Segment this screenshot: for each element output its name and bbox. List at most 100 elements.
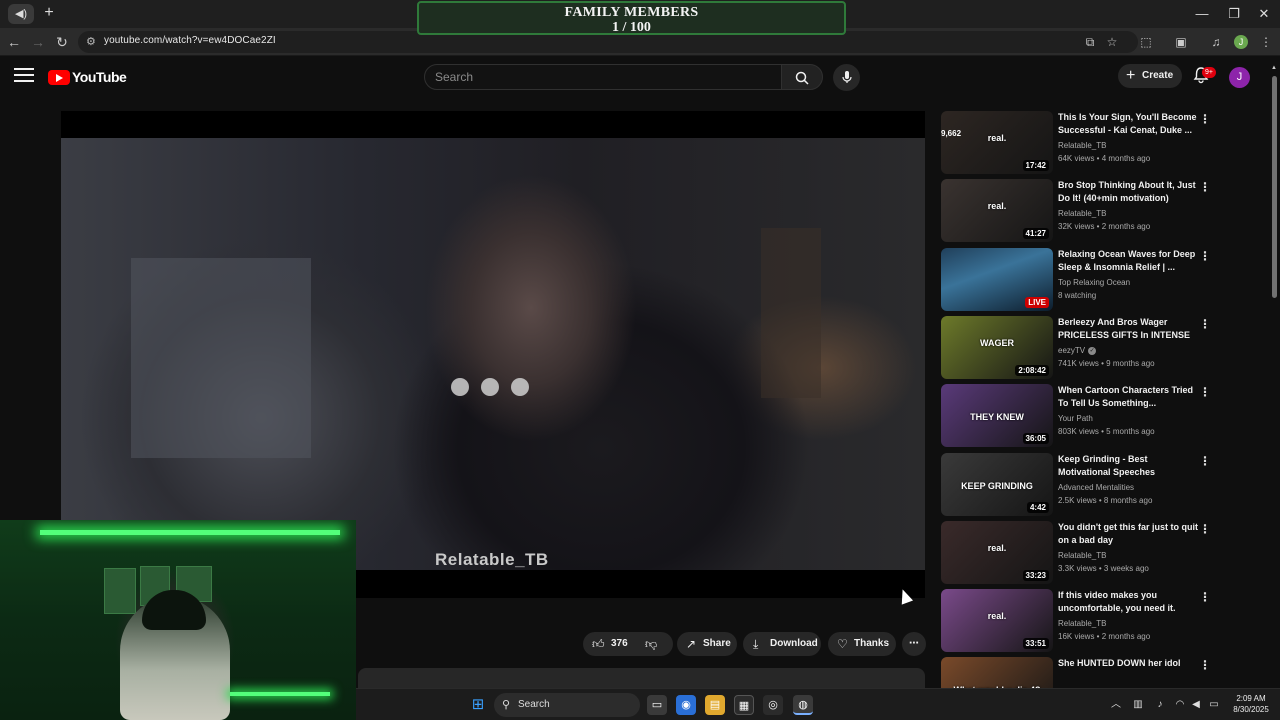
close-window-button[interactable]: ✕ [1250,4,1278,24]
video-thumbnail[interactable]: THEY KNEW 36:05 [941,384,1053,448]
share-button[interactable]: ↗ Share [677,632,737,656]
install-app-icon[interactable]: ⧉ [1080,32,1100,52]
bookmark-star-icon[interactable]: ☆ [1102,32,1122,52]
more-options-icon[interactable]: ⋮ [1199,385,1211,399]
wifi-icon[interactable]: ◠ [1172,697,1188,713]
minimize-button[interactable]: — [1188,4,1216,24]
tab-audio-icon[interactable]: ◀) [8,4,34,24]
recommendation-channel[interactable]: Relatable_TB [1058,619,1106,628]
channel-name[interactable]: Relatable_TB [1058,551,1106,560]
recommendation-title[interactable]: This Is Your Sign, You'll Become Success… [1058,111,1198,137]
channel-name[interactable]: eezyTV [1058,346,1085,355]
recommendation-title[interactable]: Berleezy And Bros Wager PRICELESS GIFTS … [1058,316,1198,343]
microphone-tray-icon[interactable]: ♪ [1152,697,1168,713]
recommendation-title[interactable]: Bro Stop Thinking About It, Just Do It! … [1058,179,1198,205]
search-input[interactable] [435,69,765,85]
tray-chevron-icon[interactable]: ︿ [1108,697,1124,713]
search-box[interactable] [424,64,782,90]
thanks-button[interactable]: ♡ Thanks [828,632,896,656]
media-controls-icon[interactable]: ♫ [1206,32,1226,52]
recommendation-title[interactable]: Keep Grinding - Best Motivational Speech… [1058,453,1198,479]
scrollbar-thumb[interactable] [1272,76,1277,298]
search-button[interactable] [781,64,823,90]
extensions-icon[interactable]: ⬚ [1136,32,1156,52]
recommendation-title[interactable]: She HUNTED DOWN her idol [1058,657,1198,670]
more-options-icon[interactable]: ⋮ [1199,112,1211,126]
recommendation-channel[interactable]: Top Relaxing Ocean [1058,278,1130,287]
browser-profile-avatar[interactable]: J [1234,35,1248,49]
volume-icon[interactable]: ◀ [1188,697,1204,713]
tray-app-icon[interactable]: ▥ [1130,697,1146,713]
more-options-icon[interactable]: ⋮ [1199,658,1211,672]
url-text[interactable]: youtube.com/watch?v=ew4DOCae2ZI [104,35,276,46]
chrome-icon[interactable]: ◍ [793,695,813,715]
browser-menu-icon[interactable]: ⋮ [1256,32,1276,52]
recommendation-channel[interactable]: Relatable_TB [1058,209,1106,218]
maximize-button[interactable]: ❐ [1220,4,1248,24]
video-thumbnail[interactable]: LIVE [941,247,1053,311]
recommendation-channel[interactable]: Relatable_TB [1058,551,1106,560]
more-options-icon[interactable]: ⋮ [1199,317,1211,331]
thumbs-down-icon[interactable]: 👎︎ [645,632,657,656]
video-thumbnail[interactable]: real. 33:51 [941,589,1053,653]
taskbar-search[interactable]: ⚲ Search [494,693,640,717]
channel-name[interactable]: Relatable_TB [1058,141,1106,150]
recommendation-channel[interactable]: Your Path [1058,414,1093,423]
thumbs-up-icon[interactable]: 👍︎ [592,632,605,656]
recommendation-channel[interactable]: eezyTV ✓ [1058,346,1097,355]
video-thumbnail[interactable]: WAGER 2:08:42 [941,315,1053,379]
description-box[interactable] [358,668,925,690]
recommendation-title[interactable]: If this video makes you uncomfortable, y… [1058,589,1198,615]
channel-name[interactable]: Relatable_TB [1058,209,1106,218]
app-icon[interactable]: ◎ [763,695,783,715]
side-panel-icon[interactable]: ▣ [1171,32,1191,52]
recommendation-item[interactable]: real. 33:51 If this video makes you uncomf… [941,589,1211,653]
recommendation-channel[interactable]: Relatable_TB [1058,141,1106,150]
reload-icon[interactable]: ↻ [52,32,72,52]
more-options-icon[interactable]: ⋮ [1199,249,1211,263]
new-tab-button[interactable]: + [40,3,58,23]
like-count[interactable]: 376 [611,638,628,649]
channel-name[interactable]: Advanced Mentalities [1058,483,1134,492]
download-button[interactable]: ⤓ Download [743,632,821,656]
recommendation-channel[interactable]: Advanced Mentalities [1058,483,1134,492]
video-thumbnail[interactable]: real. 33:23 [941,520,1053,584]
back-icon[interactable]: ← [4,32,24,52]
recommendation-item[interactable]: real. 41:27 Bro Stop Thinking About It, Ju… [941,179,1211,243]
more-options-icon[interactable]: ⋮ [1199,522,1211,536]
recommendation-title[interactable]: You didn't get this far just to quit on … [1058,521,1198,547]
windows-start-icon[interactable]: ⊞ [468,695,488,715]
more-options-icon[interactable]: ⋮ [1199,590,1211,604]
task-view-icon[interactable]: ▭ [647,695,667,715]
store-icon[interactable]: ▦ [734,695,754,715]
scroll-up-icon[interactable]: ▲ [1270,64,1278,72]
battery-icon[interactable]: ▭ [1206,697,1222,713]
site-info-icon[interactable]: ⚙ [86,34,100,50]
voice-search-button[interactable] [833,64,860,91]
account-avatar[interactable]: J [1229,67,1250,88]
recommendation-title[interactable]: When Cartoon Characters Tried To Tell Us… [1058,384,1198,410]
video-thumbnail[interactable]: KEEP GRINDING 4:42 [941,452,1053,516]
create-button[interactable]: + Create [1118,64,1182,88]
video-thumbnail[interactable]: real. 41:27 [941,179,1053,243]
file-explorer-icon[interactable]: ▤ [705,695,725,715]
recommendation-item[interactable]: LIVE Relaxing Ocean Waves for Deep Sleep … [941,247,1211,312]
recommendation-item[interactable]: real. 9,662 17:42 This Is Your Sign, You'll… [941,111,1211,175]
channel-name[interactable]: Your Path [1058,414,1093,423]
recommendation-item[interactable]: THEY KNEW 36:05 When Cartoon Characters Tr… [941,384,1211,448]
recommendation-item[interactable]: KEEP GRINDING 4:42 Keep Grinding - Best Mo… [941,452,1211,517]
copilot-icon[interactable]: ◉ [676,695,696,715]
taskbar-clock[interactable]: 2:09 AM 8/30/2025 [1226,693,1276,715]
youtube-logo[interactable]: YouTube [48,69,127,85]
channel-name[interactable]: Relatable_TB [1058,619,1106,628]
recommendation-item[interactable]: real. 33:23 You didn't get this far just t… [941,520,1211,585]
more-options-icon[interactable]: ⋮ [1199,454,1211,468]
more-actions-button[interactable]: ⋯ [902,632,926,656]
forward-icon[interactable]: → [28,32,48,52]
channel-name[interactable]: Top Relaxing Ocean [1058,278,1130,287]
menu-icon[interactable] [14,68,34,84]
recommendation-title[interactable]: Relaxing Ocean Waves for Deep Sleep & In… [1058,248,1198,274]
video-thumbnail[interactable]: real. 9,662 17:42 [941,111,1053,174]
more-options-icon[interactable]: ⋮ [1199,180,1211,194]
page-scrollbar[interactable]: ▲ [1270,64,1278,688]
